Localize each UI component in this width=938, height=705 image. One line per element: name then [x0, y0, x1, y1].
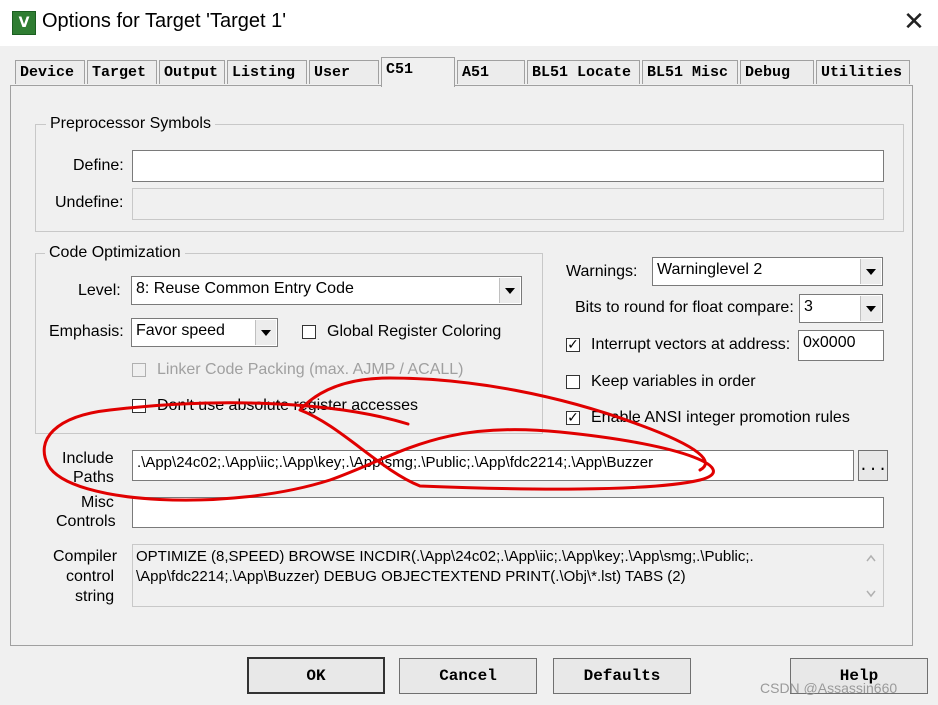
tab-c51[interactable]: C51: [381, 57, 455, 87]
red-annotation-scribble: [42, 376, 715, 502]
csdn-watermark: CSDN @Assassin660: [760, 680, 898, 696]
